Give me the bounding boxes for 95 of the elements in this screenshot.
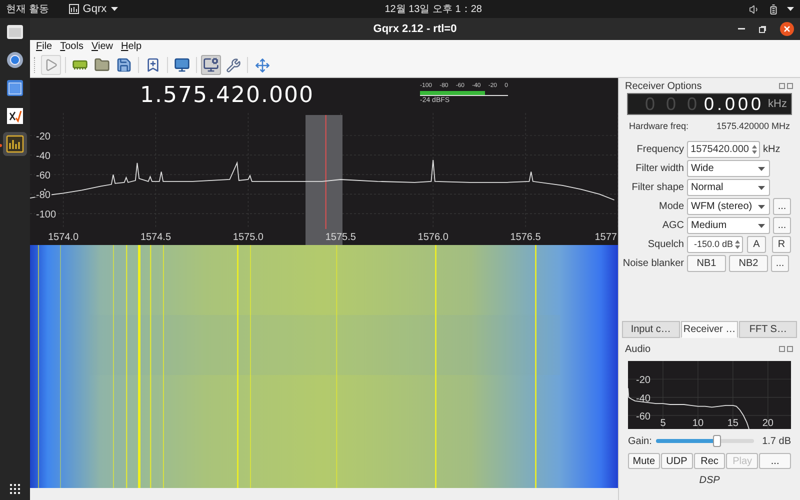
field-label: Squelch: [646, 238, 685, 252]
app-grid-icon[interactable]: [10, 484, 20, 494]
dropdown[interactable]: Wide: [687, 160, 770, 177]
axis-label: -60: [636, 411, 650, 422]
panel-buttons-icon[interactable]: [779, 83, 794, 89]
unit-label: kHz: [763, 143, 780, 157]
menu-item[interactable]: View: [91, 42, 113, 52]
tab[interactable]: Receiver …: [680, 321, 738, 338]
small-button[interactable]: A: [747, 236, 766, 253]
axis-label: 5: [660, 418, 666, 429]
tab[interactable]: Input c…: [622, 321, 680, 338]
axis-label: 20: [762, 418, 774, 429]
caret-icon: [787, 7, 794, 11]
small-button[interactable]: ...: [771, 255, 789, 272]
monitor-icon: [174, 57, 190, 73]
move-icon: [254, 58, 270, 72]
folder-icon: [94, 57, 110, 73]
clock[interactable]: 12월 13일 오후 1：28: [384, 2, 482, 16]
caret-icon: [758, 186, 765, 190]
axis-label: 1574.5: [140, 232, 172, 243]
axis-label: 1574.0: [48, 232, 79, 243]
toolbar-button[interactable]: [201, 55, 221, 75]
audio-button[interactable]: Rec: [694, 453, 726, 469]
axis-label: 1576.5: [510, 232, 541, 243]
spectrum-icon: [6, 135, 24, 153]
spin-arrows-icon: [752, 145, 757, 154]
axis-label: 15: [727, 418, 738, 429]
axis-label: 1575.5: [325, 232, 356, 243]
dropdown[interactable]: WFM (stereo): [687, 198, 770, 215]
panel-title: Audio: [625, 342, 651, 356]
dock-item[interactable]: [3, 132, 27, 156]
wrench-icon: [226, 58, 240, 72]
dropdown[interactable]: Medium: [687, 217, 770, 234]
small-button[interactable]: R: [772, 236, 791, 253]
field-label: Mode: [658, 200, 685, 214]
app-menu[interactable]: Gqrx: [68, 0, 118, 18]
close-icon[interactable]: [780, 22, 794, 36]
window-icon: [6, 79, 24, 97]
dropdown[interactable]: Normal: [687, 179, 770, 196]
field-label: Frequency: [636, 143, 685, 157]
axis-label: -100: [36, 210, 56, 221]
window-title: Gqrx 2.12 - rtl=0: [373, 22, 457, 37]
field-label: Filter width: [634, 162, 685, 176]
spin-arrows-icon: [735, 240, 740, 249]
gain-reading: 1.7 dB: [762, 434, 791, 448]
small-button[interactable]: NB2: [729, 255, 768, 272]
caret-icon: [758, 166, 765, 170]
slider-thumb[interactable]: [712, 435, 721, 447]
caret-icon: [758, 204, 765, 208]
field-label: AGC: [661, 219, 685, 233]
hardware-freq-value: 1575.420000 MHz: [716, 120, 790, 134]
activities-button[interactable]: 현재 활동: [6, 2, 49, 16]
menu-item[interactable]: File: [36, 42, 52, 52]
axis-label: 1575.0: [232, 232, 264, 243]
small-button[interactable]: NB1: [687, 255, 726, 272]
folder-icon: [6, 24, 24, 40]
hardware-freq-label: Hardware freq:: [629, 120, 689, 134]
app-icon: [68, 4, 79, 14]
minimize-icon[interactable]: [738, 28, 745, 30]
dsp-label: DSP: [698, 474, 721, 488]
axis-label: -40: [636, 393, 650, 404]
audio-button[interactable]: UDP: [660, 453, 693, 469]
caret-icon: [758, 224, 765, 228]
axis-label: 1577: [594, 232, 617, 243]
spinbox-field[interactable]: -150.0 dB: [687, 236, 743, 253]
axis-label: 1576.0: [418, 232, 448, 243]
function-icon: [6, 107, 24, 125]
save-icon: [116, 57, 132, 73]
axis-label: -20: [636, 375, 650, 386]
play-icon: [44, 58, 58, 72]
gain-label: Gain:: [628, 434, 652, 448]
axis-label: -40: [36, 151, 50, 162]
maximize-icon[interactable]: [759, 26, 766, 32]
axis-label: -20: [36, 132, 50, 142]
frequency-readout[interactable]: 1.575.420.000: [140, 79, 314, 112]
panel-title: Receiver Options: [625, 80, 702, 94]
caret-icon: [110, 7, 118, 11]
field-label: Filter shape: [630, 181, 685, 195]
computer-icon: [203, 57, 219, 73]
axis-label: 10: [692, 418, 704, 429]
menu-item[interactable]: Tools: [60, 42, 84, 52]
audio-button[interactable]: ...: [759, 453, 791, 469]
audio-button[interactable]: Mute: [628, 453, 660, 469]
small-button[interactable]: ...: [773, 217, 791, 234]
small-button[interactable]: ...: [773, 198, 791, 215]
bookmark-icon: [145, 57, 161, 73]
speaker-icon[interactable]: [749, 4, 760, 14]
field-label: Noise blanker: [622, 257, 685, 271]
browser-icon: [6, 51, 24, 69]
panel-buttons-icon[interactable]: [779, 346, 794, 352]
battery-icon[interactable]: [768, 4, 780, 14]
menu-item[interactable]: Help: [121, 42, 142, 52]
tab[interactable]: FFT S…: [739, 321, 798, 338]
spinbox-field[interactable]: 1575420.000: [687, 141, 760, 158]
axis-label: -60: [36, 170, 50, 182]
